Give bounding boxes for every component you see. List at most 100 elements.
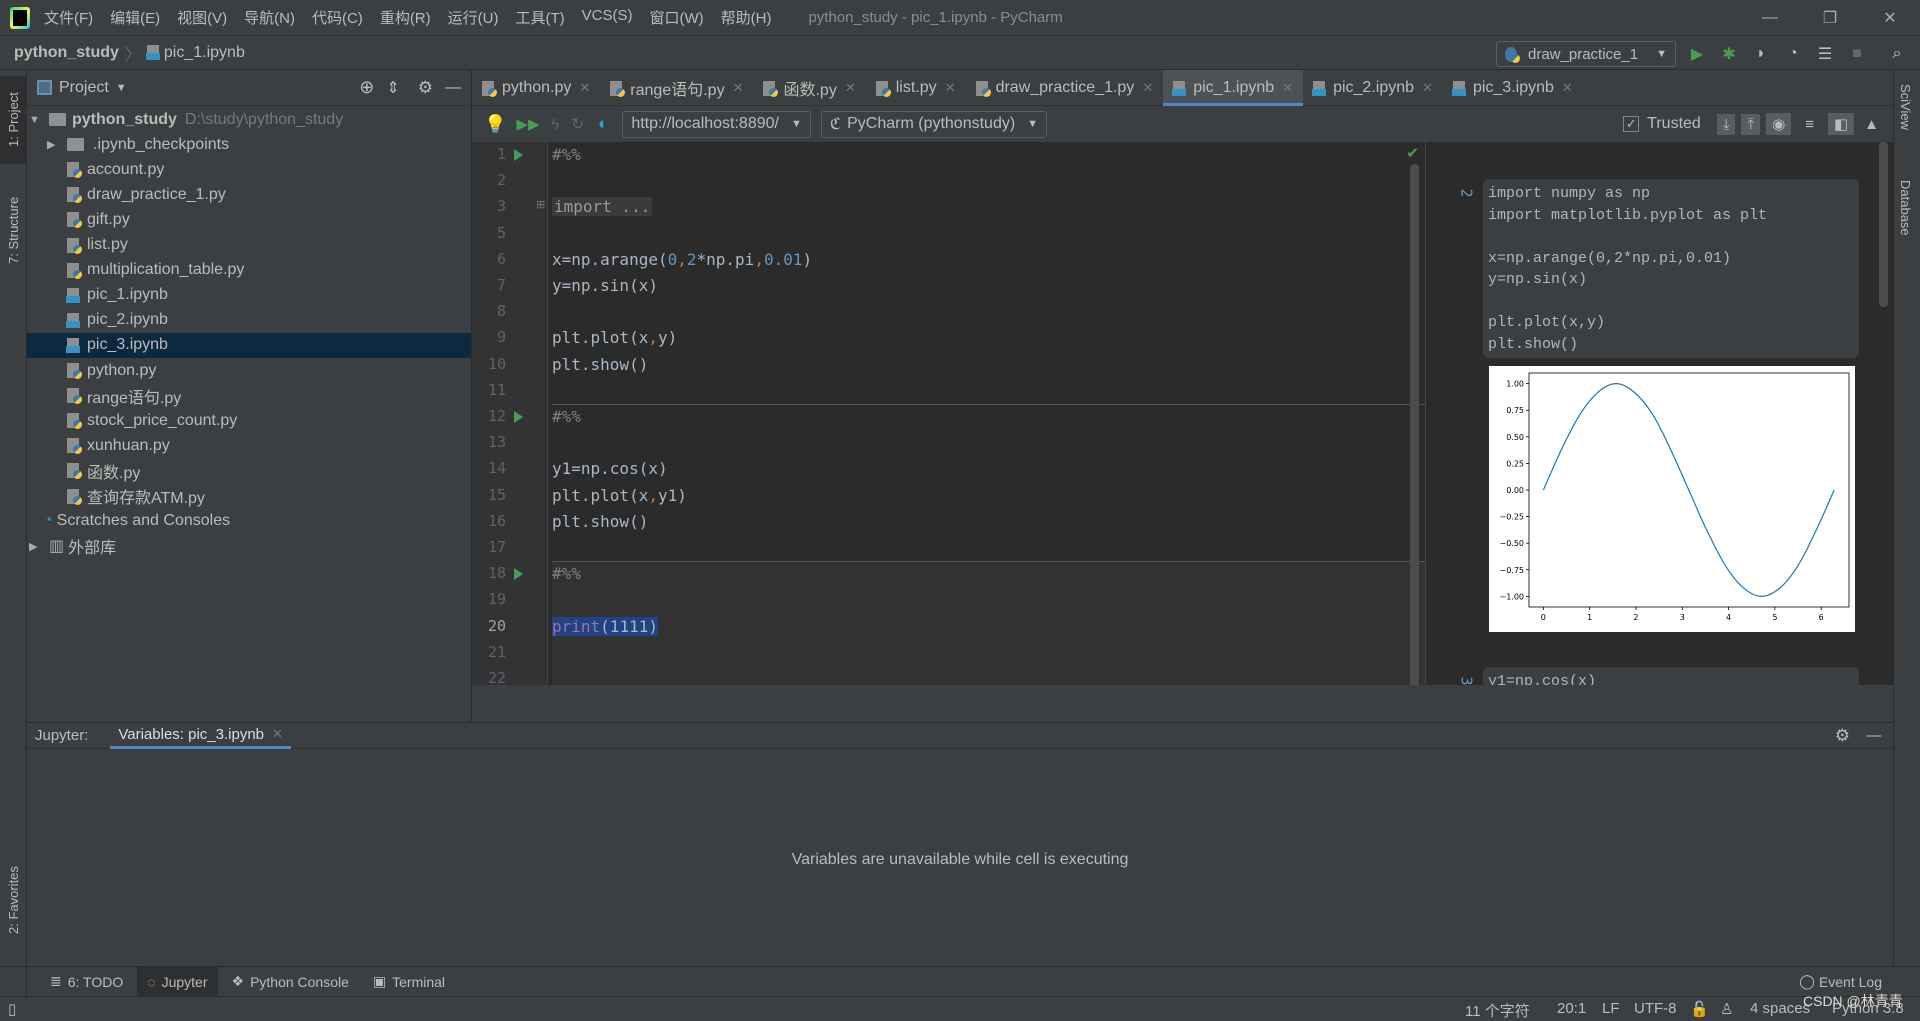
locate-icon[interactable]: ⊕	[359, 77, 374, 98]
editor-tab[interactable]: pic_1.ipynb ✕	[1163, 70, 1304, 106]
trusted-checkbox[interactable]: ✓	[1623, 116, 1640, 132]
gear-icon[interactable]: ⚙	[1835, 726, 1850, 746]
tree-item[interactable]: pic_1.ipynb	[27, 283, 471, 308]
debug-icon[interactable]: ✱	[1718, 43, 1740, 65]
menu-item[interactable]: 重构(R)	[380, 7, 431, 28]
editor-tab[interactable]: pic_3.ipynb ✕	[1443, 70, 1583, 106]
profile-icon[interactable]: ◔	[1782, 43, 1804, 65]
menu-item[interactable]: 编辑(E)	[110, 7, 160, 28]
tree-item[interactable]: 查询存款ATM.py	[27, 484, 471, 509]
indent-setting[interactable]: 4 spaces	[1750, 1000, 1810, 1017]
interpreter-select[interactable]: ℭ PyCharm (pythonstudy) ▼	[820, 110, 1048, 138]
editor-tab[interactable]: 函数.py ✕	[753, 70, 865, 106]
database-tool-tab[interactable]: Database	[1898, 180, 1913, 236]
editor-scrollbar[interactable]	[1410, 164, 1419, 685]
cursor-position[interactable]: 20:1	[1557, 1000, 1586, 1017]
tree-item[interactable]: draw_practice_1.py	[27, 182, 471, 207]
favorites-tool-tab[interactable]: 2: Favorites	[0, 850, 27, 950]
concurrency-icon[interactable]: ☰	[1814, 43, 1836, 65]
lock-icon[interactable]: 🔓	[1690, 1000, 1709, 1018]
search-icon[interactable]: ⌕	[1886, 43, 1908, 65]
coverage-icon[interactable]: ◗	[1750, 43, 1772, 65]
tool-window-python-console[interactable]: ❖ Python Console	[222, 967, 359, 997]
menu-item[interactable]: VCS(S)	[582, 7, 633, 28]
run-icon[interactable]: ▶	[1686, 43, 1708, 65]
tree-item[interactable]: pic_2.ipynb	[27, 308, 471, 333]
close-icon[interactable]: ✕	[945, 80, 956, 96]
project-tool-tab[interactable]: 1: Project	[0, 76, 27, 164]
menu-item[interactable]: 代码(C)	[312, 7, 363, 28]
tree-item[interactable]: xunhuan.py	[27, 433, 471, 458]
breadcrumb-file[interactable]: pic_1.ipynb	[164, 44, 245, 62]
lightbulb-icon[interactable]: 💡	[484, 114, 506, 135]
collapsed-arrow-icon[interactable]: ▶	[47, 138, 61, 151]
event-log-button[interactable]: ◯ Event Log	[1799, 973, 1882, 990]
menu-item[interactable]: 工具(T)	[515, 7, 564, 28]
inspector-icon[interactable]: ♙	[1720, 1000, 1733, 1018]
close-icon[interactable]: ✕	[272, 726, 283, 742]
tree-item[interactable]: ▶ .ipynb_checkpoints	[27, 132, 471, 157]
tool-window-jupyter[interactable]: ◌ Jupyter	[137, 966, 218, 997]
breadcrumb-project[interactable]: python_study	[14, 44, 119, 62]
tree-scratches[interactable]: ◔ Scratches and Consoles	[27, 509, 471, 534]
tree-item[interactable]: stock_price_count.py	[27, 408, 471, 433]
chevron-down-icon[interactable]: ▼	[116, 82, 127, 94]
restart-kernel-icon[interactable]: ↻	[571, 115, 584, 133]
editor-tab[interactable]: list.py ✕	[866, 70, 966, 106]
split-view-icon[interactable]: ◧	[1827, 113, 1855, 135]
hide-panel-icon[interactable]: —	[445, 79, 461, 97]
tree-item[interactable]: range语句.py	[27, 383, 471, 408]
code-editor[interactable]: 1 #%% 2 3 ⊞ import ... 5 6 x=np.arange(0,2*np.pi…	[472, 142, 1425, 685]
tree-item[interactable]: list.py	[27, 233, 471, 258]
stop-icon[interactable]: ■	[1846, 43, 1868, 65]
run-cell-icon[interactable]	[514, 568, 523, 581]
tab-variables[interactable]: Variables: pic_3.ipynb ✕	[110, 723, 291, 749]
tree-root[interactable]: ▼ python_study D:\study\python_study	[27, 107, 471, 132]
restore-button[interactable]: ❐	[1800, 0, 1860, 36]
structure-tool-tab[interactable]: 7: Structure	[0, 180, 27, 280]
toggle-preview-icon[interactable]: ◉	[1766, 113, 1792, 135]
close-icon[interactable]: ✕	[1422, 80, 1433, 96]
run-all-icon[interactable]: ▶▶	[516, 115, 539, 133]
close-window-button[interactable]: ✕	[1860, 0, 1920, 36]
tool-window-todo[interactable]: ≣ 6: TODO	[40, 967, 133, 997]
editor-only-icon[interactable]: ≡	[1805, 116, 1814, 133]
menu-item[interactable]: 视图(V)	[177, 7, 227, 28]
run-cell-icon[interactable]	[514, 149, 523, 161]
fold-icon[interactable]: ⊞	[536, 198, 545, 211]
menu-item[interactable]: 文件(F)	[44, 7, 93, 28]
interrupt-kernel-icon[interactable]: ϟ	[552, 116, 560, 133]
menu-item[interactable]: 窗口(W)	[649, 7, 703, 28]
collapse-all-icon[interactable]: ⇕	[386, 78, 399, 98]
jupyter-server-icon[interactable]: ◐	[598, 114, 608, 134]
editor-tab[interactable]: draw_practice_1.py ✕	[966, 70, 1164, 106]
project-view-select[interactable]: Project	[59, 79, 109, 97]
menu-item[interactable]: 导航(N)	[244, 7, 295, 28]
preview-only-icon[interactable]: ▲	[1864, 116, 1879, 133]
move-cell-down-icon[interactable]: ⤓	[1716, 113, 1736, 135]
line-separator[interactable]: LF	[1602, 1000, 1620, 1017]
close-icon[interactable]: ✕	[1282, 80, 1293, 96]
close-icon[interactable]: ✕	[579, 80, 590, 96]
close-icon[interactable]: ✕	[733, 80, 744, 96]
editor-tab[interactable]: range语句.py ✕	[600, 70, 753, 106]
minimize-button[interactable]: —	[1740, 0, 1800, 36]
tree-item[interactable]: pic_3.ipynb	[27, 332, 471, 358]
collapsed-arrow-icon[interactable]: ▶	[29, 540, 43, 553]
run-cell-icon[interactable]	[514, 411, 523, 423]
file-encoding[interactable]: UTF-8	[1634, 1000, 1677, 1017]
tool-window-terminal[interactable]: ▣ Terminal	[363, 967, 455, 997]
move-cell-up-icon[interactable]: ⤒	[1741, 113, 1761, 135]
tree-item[interactable]: gift.py	[27, 207, 471, 232]
jupyter-server-select[interactable]: http://localhost:8890/ ▼	[622, 110, 811, 138]
tree-item[interactable]: account.py	[27, 157, 471, 182]
tree-item[interactable]: python.py	[27, 358, 471, 383]
menu-item[interactable]: 运行(U)	[448, 7, 499, 28]
close-icon[interactable]: ✕	[845, 80, 856, 96]
toggle-tool-windows-icon[interactable]: ▯	[8, 1000, 16, 1018]
editor-tab[interactable]: python.py ✕	[472, 70, 600, 106]
sciview-tool-tab[interactable]: SciView	[1898, 84, 1913, 130]
expanded-arrow-icon[interactable]: ▼	[29, 114, 43, 126]
run-configuration-select[interactable]: draw_practice_1 ▼	[1496, 41, 1676, 67]
gear-icon[interactable]: ⚙	[418, 78, 433, 98]
